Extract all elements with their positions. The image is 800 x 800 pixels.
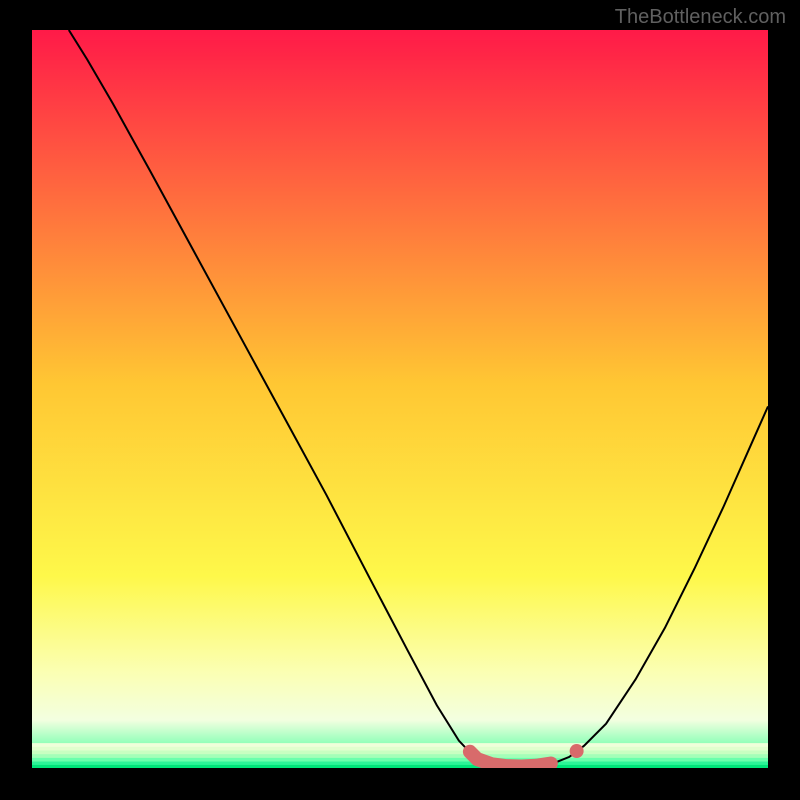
bottom-stripes <box>32 743 768 769</box>
chart-container: TheBottleneck.com <box>0 0 800 800</box>
gradient-background <box>32 30 768 768</box>
bottleneck-chart <box>0 0 800 800</box>
watermark-text: TheBottleneck.com <box>615 6 786 29</box>
